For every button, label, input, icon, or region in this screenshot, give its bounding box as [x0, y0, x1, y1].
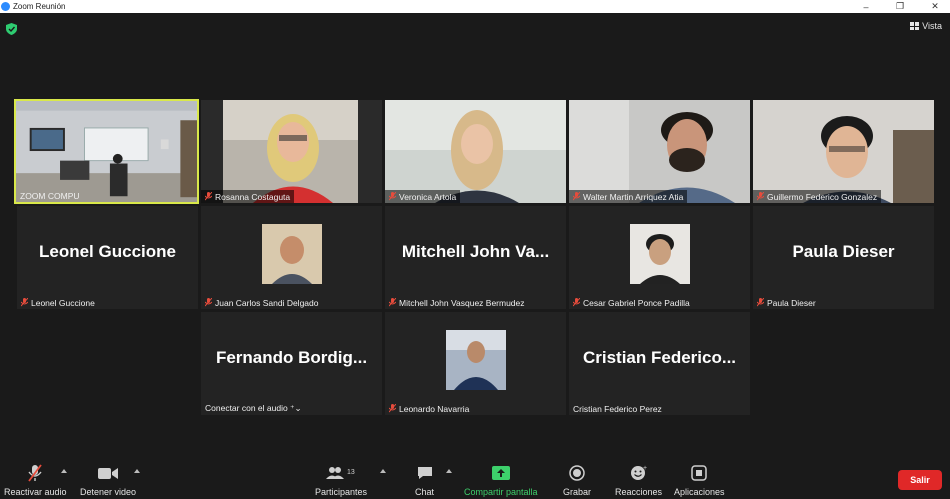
participant-tile-juan-carlos[interactable]: Juan Carlos Sandi Delgado	[201, 206, 382, 309]
participant-tile-cristian[interactable]: Cristian Federico... Cristian Federico P…	[569, 312, 750, 415]
participants-icon: 13	[326, 464, 356, 482]
minimize-button[interactable]: –	[851, 0, 881, 13]
participant-name-label: Veronica Artola	[385, 190, 461, 203]
leave-meeting-button[interactable]: Salir	[898, 470, 942, 490]
participant-video	[201, 100, 382, 203]
participant-tile-guillermo[interactable]: Guillermo Federico Gonzalez	[753, 100, 934, 203]
muted-mic-icon	[572, 191, 581, 201]
participant-name-label: Leonardo Navarria	[385, 402, 473, 415]
participant-tile-leonel[interactable]: Leonel Guccione Leonel Guccione	[17, 206, 198, 309]
avatar	[629, 224, 690, 284]
chat-button[interactable]: Chat	[415, 464, 434, 497]
participant-video	[569, 100, 750, 203]
participants-button[interactable]: 13 Participantes	[315, 464, 367, 497]
svg-text:+: +	[643, 465, 647, 472]
apps-icon	[691, 464, 708, 482]
close-button[interactable]: ✕	[920, 0, 950, 13]
participant-tile-walter[interactable]: Walter Martin Arriquez Atia	[569, 100, 750, 203]
participant-tile-zoom-compu[interactable]: ZOOM COMPU	[14, 99, 199, 204]
chat-bubble-icon	[417, 464, 433, 482]
meeting-area: Vista ZOOM COMPU Rosanna Costaguta Veron…	[0, 13, 950, 460]
participant-video	[385, 100, 566, 203]
participant-tile-mitchell[interactable]: Mitchell John Va... Mitchell John Vasque…	[385, 206, 566, 309]
muted-mic-icon	[388, 403, 397, 413]
connect-audio-label: Conectar con el audio ⁺⌄	[205, 403, 302, 413]
share-screen-button[interactable]: Compartir pantalla	[464, 464, 538, 497]
grid-view-icon	[910, 22, 920, 30]
participant-tile-rosanna[interactable]: Rosanna Costaguta	[201, 100, 382, 203]
meeting-toolbar: Reactivar audio Detener video 13 Partici…	[0, 460, 950, 499]
chevron-up-icon[interactable]	[134, 469, 140, 473]
participant-name-label: Guillermo Federico Gonzalez	[753, 190, 882, 203]
muted-microphone-icon	[28, 464, 42, 482]
participant-tile-leonardo[interactable]: Leonardo Navarria	[385, 312, 566, 415]
muted-mic-icon	[388, 191, 397, 201]
chevron-up-icon[interactable]	[446, 469, 452, 473]
chevron-up-icon[interactable]	[380, 469, 386, 473]
participant-name-label: Paula Dieser	[753, 296, 820, 309]
participant-name-label: Walter Martin Arriquez Atia	[569, 190, 688, 203]
title-bar: Zoom Reunión – ❐ ✕	[0, 0, 950, 13]
participant-display-name: Mitchell John Va...	[401, 242, 550, 261]
classroom-video	[16, 101, 197, 202]
muted-mic-icon	[204, 297, 213, 307]
participant-name-label: Cristian Federico Perez	[573, 403, 662, 414]
view-button[interactable]: Vista	[910, 21, 942, 31]
video-camera-icon	[98, 464, 119, 482]
participant-name-label: ZOOM COMPU	[20, 190, 80, 201]
participant-name-label: Leonel Guccione	[17, 296, 99, 309]
participant-tile-paula[interactable]: Paula Dieser Paula Dieser	[753, 206, 934, 309]
record-button[interactable]: Grabar	[563, 464, 591, 497]
participant-display-name: Cristian Federico...	[582, 348, 737, 367]
avatar	[445, 330, 506, 390]
participant-name-label: Juan Carlos Sandi Delgado	[201, 296, 322, 309]
muted-mic-icon	[20, 297, 29, 307]
avatar	[261, 224, 322, 284]
participant-display-name: Leonel Guccione	[39, 242, 176, 261]
participant-display-name: Fernando Bordig...	[215, 348, 368, 367]
record-icon	[569, 464, 585, 482]
participant-name-label: Rosanna Costaguta	[201, 190, 295, 203]
participant-tile-veronica[interactable]: Veronica Artola	[385, 100, 566, 203]
chevron-up-icon[interactable]	[61, 469, 67, 473]
muted-mic-icon	[572, 297, 581, 307]
muted-mic-icon	[388, 297, 397, 307]
stop-video-button[interactable]: Detener video	[80, 464, 136, 497]
svg-text:13: 13	[347, 469, 355, 476]
apps-button[interactable]: Aplicaciones	[674, 464, 725, 497]
muted-mic-icon	[204, 191, 213, 201]
shield-icon[interactable]	[6, 23, 17, 35]
muted-mic-icon	[756, 191, 765, 201]
participant-name-label: Mitchell John Vasquez Bermudez	[385, 296, 529, 309]
window-title: Zoom Reunión	[13, 2, 66, 11]
participant-name-label: Cesar Gabriel Ponce Padilla	[569, 296, 694, 309]
share-screen-icon	[491, 464, 510, 482]
participant-display-name: Paula Dieser	[792, 242, 895, 261]
participant-video	[753, 100, 934, 203]
unmute-audio-button[interactable]: Reactivar audio	[4, 464, 67, 497]
participant-tile-fernando[interactable]: Fernando Bordig... Conectar con el audio…	[201, 312, 382, 415]
maximize-button[interactable]: ❐	[885, 0, 915, 13]
zoom-app-icon	[1, 2, 10, 11]
participant-tile-cesar[interactable]: Cesar Gabriel Ponce Padilla	[569, 206, 750, 309]
reactions-button[interactable]: + Reacciones	[615, 464, 662, 497]
muted-mic-icon	[756, 297, 765, 307]
smiley-icon: +	[630, 464, 648, 482]
view-label: Vista	[922, 21, 942, 31]
